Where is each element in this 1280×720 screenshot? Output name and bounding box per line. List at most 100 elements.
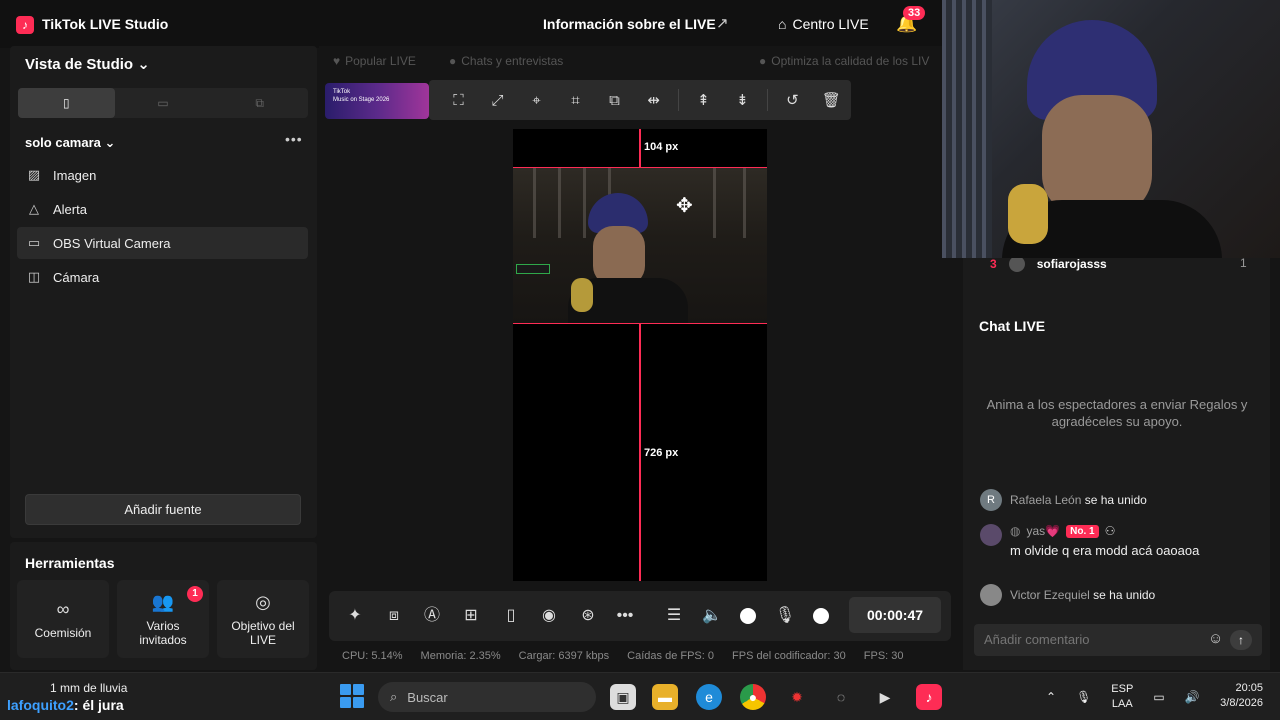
source-item-alerta[interactable]: △ Alerta	[17, 193, 308, 225]
message-text: se ha unido	[1093, 588, 1156, 602]
video-camera-icon: ▭	[27, 235, 41, 250]
pill-label: Chats y entrevistas	[461, 54, 564, 68]
gaming-app-icon[interactable]: ✹	[784, 684, 810, 710]
edge-browser-icon[interactable]: e	[696, 684, 722, 710]
source-item-obs-virtual-camera[interactable]: ▭ OBS Virtual Camera	[17, 227, 308, 259]
stat-fps: FPS: 30	[863, 650, 904, 662]
expand-icon[interactable]: ⤢	[478, 92, 517, 109]
chevron-up-icon[interactable]: ⌃	[1046, 690, 1056, 704]
delete-icon[interactable]: 🗑	[812, 91, 851, 109]
music-on-stage-banner[interactable]: TikTok Music on Stage 2026	[325, 83, 429, 119]
ai-icon[interactable]: Ⓐ	[420, 604, 444, 628]
phone-icon[interactable]: ▯	[499, 604, 523, 628]
replay-icon[interactable]: ⊛	[576, 604, 600, 628]
chat-icon: ●	[449, 54, 457, 68]
coemision-button[interactable]: ∞ Coemisión	[17, 580, 109, 658]
source-transform-toolbar: ⛶ ⤢ ⌖ ⌗ ⧉ ⇹ ⇞ ⇟ ↺ 🗑	[429, 80, 851, 120]
top-distance-label: 104 px	[644, 141, 679, 153]
rank-username: sofiarojasss	[1036, 257, 1107, 271]
taskbar-search[interactable]: ⌕ Buscar	[378, 682, 596, 712]
live-info-button[interactable]: Información sobre el LIVE	[543, 16, 716, 32]
move-cursor-icon[interactable]: ✥	[676, 193, 693, 218]
network-icon[interactable]: ▭	[1153, 690, 1164, 704]
windows-start-icon[interactable]	[340, 684, 364, 708]
scene-dropdown[interactable]: solo camara ⌄	[25, 135, 115, 151]
live-timer: 00:00:47	[849, 597, 941, 633]
optimize-quality-tab[interactable]: ● Optimiza la calidad de los LIV	[759, 54, 929, 68]
tiktok-live-studio-taskbar-icon[interactable]: ♪	[916, 684, 942, 710]
dual-orientation-button[interactable]: ⧉	[211, 88, 308, 118]
message-username[interactable]: Victor Ezequiel	[1010, 588, 1090, 602]
centro-live-button[interactable]: ⌂ Centro LIVE	[778, 14, 869, 34]
bottom-distance-label: 726 px	[644, 447, 679, 459]
stat-fps-drops: Caídas de FPS: 0	[627, 650, 715, 662]
effects-icon[interactable]: ✦	[343, 604, 367, 628]
objetivo-live-button[interactable]: ◎ Objetivo del LIVE	[217, 580, 309, 658]
microphone-volume-knob[interactable]	[813, 608, 829, 624]
camera-source-preview[interactable]	[513, 167, 767, 324]
chat-empty-hint: Anima a los espectadores a enviar Regalo…	[986, 397, 1248, 429]
message-username[interactable]: Rafaela León	[1010, 493, 1081, 507]
add-screen-icon[interactable]: ⊞	[459, 604, 483, 628]
studio-view-dropdown[interactable]: Vista de Studio ⌄	[25, 55, 150, 73]
obs-studio-icon[interactable]: ◌	[828, 684, 854, 710]
chevron-down-icon: ⌄	[137, 56, 150, 73]
record-icon[interactable]: ◉	[537, 604, 561, 628]
more-icon[interactable]: •••	[613, 604, 637, 628]
popular-live-tab[interactable]: ♥ Popular LIVE	[333, 54, 416, 68]
move-up-icon[interactable]: ⇞	[684, 91, 723, 109]
speaker-icon[interactable]: 🔈	[700, 604, 724, 628]
avatar	[1008, 256, 1025, 272]
microphone-tray-icon[interactable]: 🎙	[1076, 690, 1091, 704]
chats-tab[interactable]: ● Chats y entrevistas	[449, 54, 563, 68]
landscape-orientation-button[interactable]: ▭	[115, 88, 212, 118]
rotate-icon[interactable]: ↺	[773, 91, 812, 109]
share-icon[interactable]: ↗	[716, 14, 734, 32]
source-label: OBS Virtual Camera	[53, 235, 171, 251]
lightbulb-icon: ●	[759, 54, 767, 68]
task-view-icon[interactable]: ▣	[610, 684, 636, 710]
flip-icon[interactable]: ⇹	[634, 91, 673, 109]
stat-memory: Memoria: 2.35%	[420, 650, 501, 662]
avatar	[980, 584, 1002, 606]
source-item-imagen[interactable]: ▨ Imagen	[17, 159, 308, 191]
comment-input[interactable]	[984, 632, 1194, 647]
message-username[interactable]: yas💗	[1026, 524, 1060, 538]
more-options-icon[interactable]: •••	[285, 131, 303, 147]
language-indicator[interactable]: ESP LAA	[1111, 682, 1133, 712]
chrome-browser-icon[interactable]: ●	[740, 684, 766, 710]
interactive-icon[interactable]: ⧈	[382, 604, 406, 628]
level-badge-icon: ◍	[1010, 524, 1021, 538]
emoji-icon[interactable]: ☺	[1208, 630, 1223, 647]
fit-screen-icon[interactable]: ⛶	[439, 92, 478, 109]
person-face	[593, 226, 645, 286]
source-item-camara[interactable]: ◫ Cámara	[17, 261, 308, 293]
scene-label: solo camara	[25, 135, 101, 150]
microphone-icon[interactable]: 🎙	[773, 604, 797, 628]
stat-encoder-fps: FPS del codificador: 30	[732, 650, 846, 662]
copy-icon[interactable]: ⧉	[595, 92, 634, 109]
file-explorer-icon[interactable]: ▬	[652, 684, 678, 710]
message-text: m olvide q era modd acá oaoaoa	[1010, 543, 1200, 558]
settings-sliders-icon[interactable]: ☰	[662, 604, 686, 628]
volume-icon[interactable]: 🔊	[1185, 690, 1200, 704]
speaker-volume-knob[interactable]	[740, 608, 756, 624]
weather-widget[interactable]: 1 mm de lluvia	[50, 681, 127, 695]
add-source-button[interactable]: Añadir fuente	[25, 494, 301, 525]
notification-count-badge: 33	[903, 6, 926, 20]
portrait-orientation-button[interactable]: ▯	[18, 88, 115, 118]
top-guide-line	[639, 129, 641, 167]
media-player-icon[interactable]: ▶	[872, 684, 898, 710]
person-face	[1042, 95, 1152, 215]
crop-icon[interactable]: ⌗	[556, 92, 595, 109]
move-down-icon[interactable]: ⇟	[723, 91, 762, 109]
bottom-guide-line	[639, 324, 641, 581]
system-clock[interactable]: 20:05 3/8/2026	[1205, 681, 1263, 711]
app-title: TikTok LIVE Studio	[42, 16, 169, 32]
centro-live-label: Centro LIVE	[792, 16, 869, 32]
chat-title: Chat LIVE	[979, 318, 1046, 334]
message-text: se ha unido	[1084, 493, 1147, 507]
send-button[interactable]: ↑	[1230, 630, 1252, 650]
chat-message: Victor Ezequiel se ha unido	[980, 584, 1155, 606]
center-icon[interactable]: ⌖	[517, 92, 556, 109]
